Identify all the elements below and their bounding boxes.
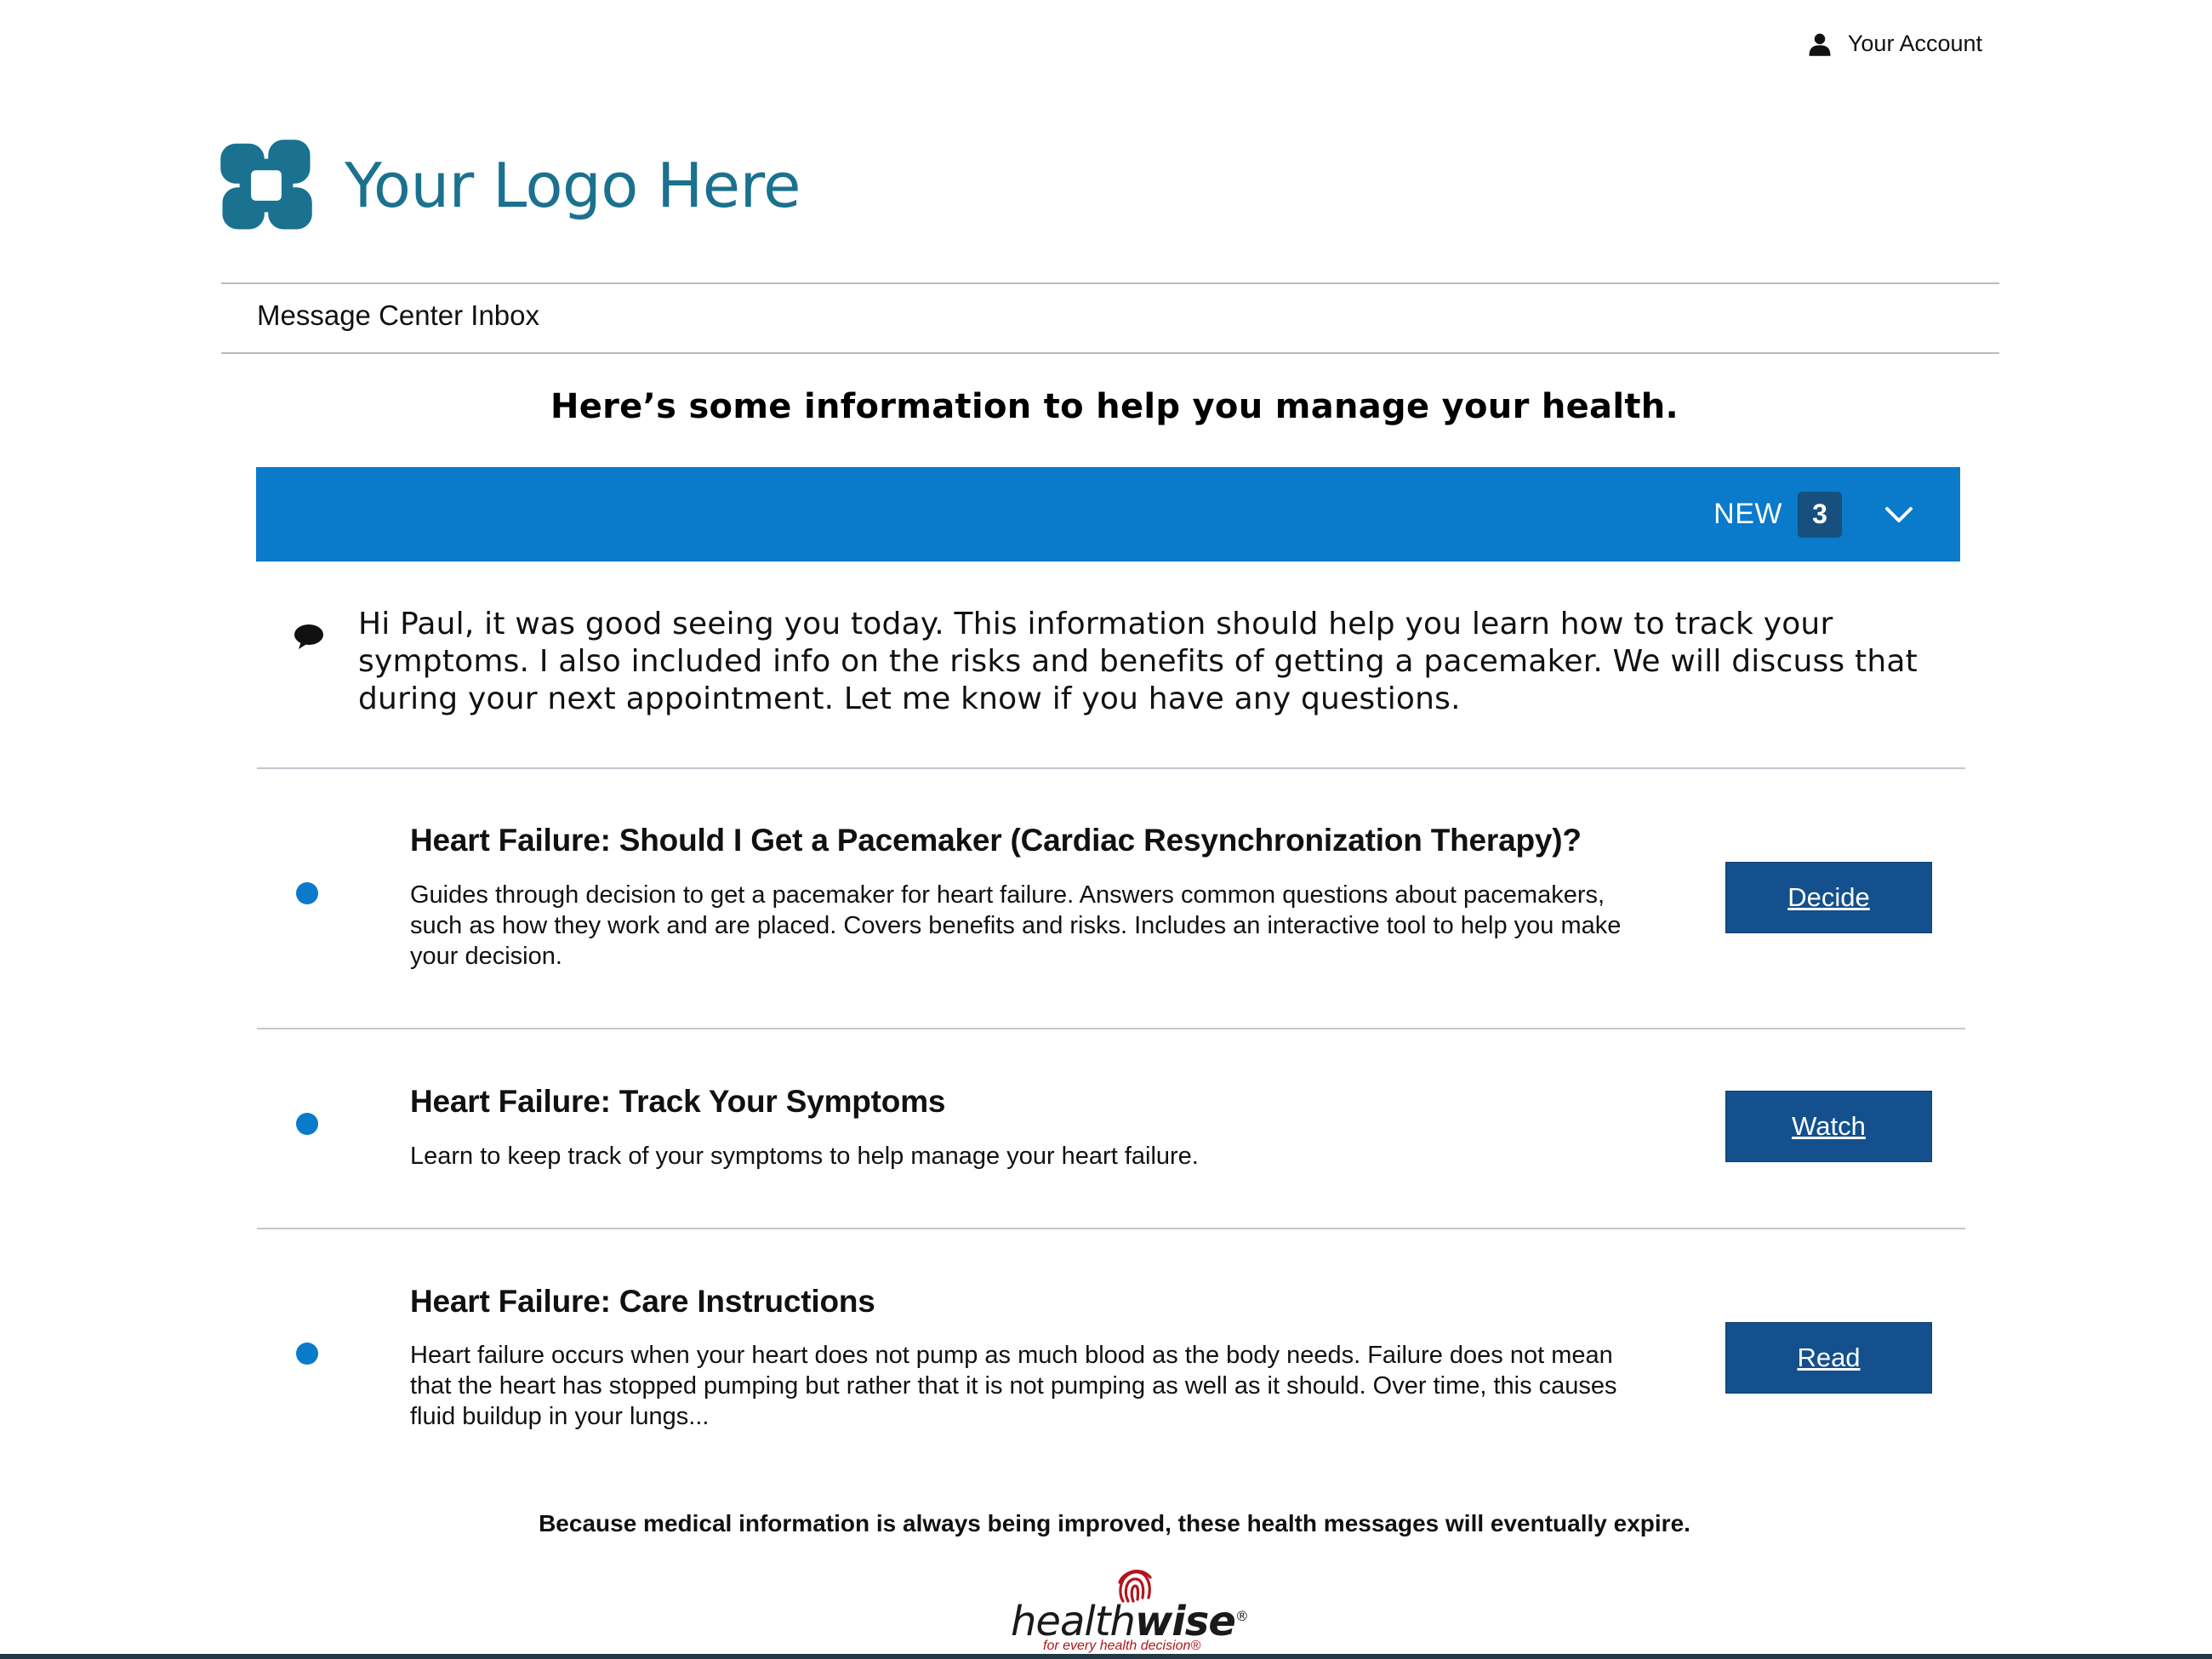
unread-dot bbox=[296, 1343, 318, 1365]
provider-message: Hi Paul, it was good seeing you today. T… bbox=[294, 606, 1936, 718]
header-rule-bottom bbox=[221, 352, 1999, 354]
your-account-link[interactable]: Your Account bbox=[1807, 31, 1982, 57]
read-button[interactable]: Read bbox=[1725, 1322, 1932, 1394]
healthwise-logo: healthwise® for every health decision® bbox=[1011, 1564, 1249, 1653]
account-label: Your Account bbox=[1847, 31, 1982, 56]
logo-mark-icon bbox=[219, 138, 314, 233]
list-item: Heart Failure: Care Instructions Heart f… bbox=[257, 1228, 1965, 1491]
healthwise-tagline: for every health decision® bbox=[1043, 1639, 1201, 1653]
new-messages-bar[interactable]: NEW 3 bbox=[256, 467, 1960, 562]
page: Your Account Your Logo Here Message Cent… bbox=[0, 0, 2212, 1659]
logo-text: Your Logo Here bbox=[345, 150, 801, 221]
message-text: Hi Paul, it was good seeing you today. T… bbox=[358, 607, 1918, 716]
item-title: Heart Failure: Care Instructions bbox=[410, 1284, 875, 1319]
item-description: Learn to keep track of your symptoms to … bbox=[410, 1143, 1199, 1170]
item-title: Heart Failure: Should I Get a Pacemaker … bbox=[410, 823, 1582, 858]
bottom-edge bbox=[0, 1654, 2212, 1659]
speech-bubble-icon bbox=[294, 606, 324, 718]
item-description: Guides through decision to get a pacemak… bbox=[410, 881, 1622, 970]
user-icon bbox=[1807, 31, 1833, 57]
list-item: Heart Failure: Track Your Symptoms Learn… bbox=[257, 1028, 1965, 1228]
expiry-note: Because medical information is always be… bbox=[539, 1510, 1690, 1536]
unread-dot bbox=[296, 882, 318, 904]
new-count-badge: 3 bbox=[1798, 491, 1842, 538]
list-item: Heart Failure: Should I Get a Pacemaker … bbox=[257, 767, 1965, 1027]
watch-button[interactable]: Watch bbox=[1725, 1091, 1932, 1162]
logo: Your Logo Here bbox=[219, 138, 801, 233]
item-title: Heart Failure: Track Your Symptoms bbox=[410, 1084, 946, 1119]
item-description: Heart failure occurs when your heart doe… bbox=[410, 1342, 1617, 1430]
chevron-down-icon[interactable] bbox=[1884, 505, 1913, 524]
page-headline: Here’s some information to help you mana… bbox=[550, 387, 1679, 426]
unread-dot bbox=[296, 1113, 318, 1135]
brand-reg: ® bbox=[1234, 1608, 1249, 1624]
new-label: NEW bbox=[1713, 498, 1782, 530]
inbox-title: Message Center Inbox bbox=[257, 299, 540, 331]
decide-button[interactable]: Decide bbox=[1725, 862, 1932, 933]
header-rule-top bbox=[221, 282, 1999, 284]
